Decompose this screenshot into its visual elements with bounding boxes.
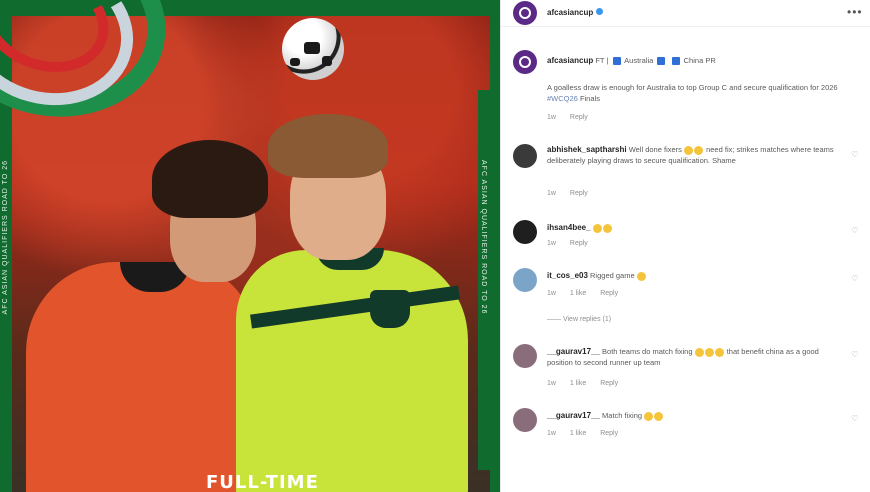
comment-username[interactable]: it_cos_e03: [547, 271, 588, 280]
caption-avatar[interactable]: [513, 50, 537, 74]
verified-badge-icon: [596, 8, 604, 15]
comment-likes[interactable]: 1 like: [570, 380, 586, 387]
comment-text: Well done fixers: [628, 145, 682, 154]
australia-crest-icon: [370, 290, 410, 328]
comment-text: Both teams do match fixing: [602, 347, 693, 356]
more-options-icon[interactable]: •••: [847, 5, 863, 19]
emoji-icon: [654, 411, 664, 421]
football-icon: [282, 18, 344, 80]
comment-time: 1w: [547, 380, 556, 387]
australia-player-hair: [268, 114, 388, 178]
emoji-icon: [636, 271, 646, 281]
china-player-hair: [152, 140, 268, 218]
comment-username[interactable]: __gaurav17__: [547, 411, 600, 420]
team-home: Australia: [624, 56, 654, 65]
comment-username[interactable]: abhishek_saptharshi: [547, 145, 627, 154]
hashtag-link[interactable]: #WCQ26: [547, 94, 578, 103]
emoji-icon: [592, 223, 602, 233]
comment-body: ihsan4bee_: [547, 222, 613, 233]
comment-time: 1w: [547, 190, 556, 197]
commenter-avatar[interactable]: [513, 408, 537, 432]
comment-body: it_cos_e03 Rigged game: [547, 270, 647, 281]
comment-meta: 1w 1 like Reply: [547, 290, 630, 297]
comment-username[interactable]: ihsan4bee_: [547, 223, 591, 232]
caption-username[interactable]: afcasiancup: [547, 56, 593, 65]
comment-meta: 1w Reply: [547, 190, 600, 197]
caption-end: Finals: [579, 94, 600, 103]
commenter-avatar[interactable]: [513, 220, 537, 244]
heart-icon[interactable]: ♡: [851, 350, 858, 359]
flag-icon: [657, 57, 666, 66]
comment-likes[interactable]: 1 like: [570, 290, 586, 297]
full-time-text: FULL-TIME: [206, 472, 319, 492]
comment-time: 1w: [547, 290, 556, 297]
caption-ft: FT |: [595, 56, 609, 65]
comment-meta: 1w Reply: [547, 240, 600, 247]
reply-button[interactable]: Reply: [570, 190, 588, 197]
comment-meta: 1w 1 like Reply: [547, 380, 630, 387]
caption-line1: afcasiancup FT | Australia China PR: [547, 56, 716, 66]
reply-button[interactable]: Reply: [600, 290, 618, 297]
emoji-icon: [694, 145, 703, 155]
post-header: afcasiancup •••: [501, 0, 870, 27]
emoji-icon: [714, 347, 724, 357]
comments-panel: afcasiancup ••• afcasiancup FT | Austral…: [500, 0, 870, 492]
left-side-text: AFC ASIAN QUALIFIERS ROAD TO 26: [2, 160, 9, 315]
reply-button[interactable]: Reply: [600, 430, 618, 437]
heart-icon[interactable]: ♡: [851, 274, 858, 283]
team-away: China PR: [683, 56, 716, 65]
comment-meta: 1w 1 like Reply: [547, 430, 630, 437]
commenter-avatar[interactable]: [513, 144, 537, 168]
view-replies-button[interactable]: —— View replies (1): [547, 316, 611, 323]
view-replies-text: View replies (1): [562, 316, 612, 323]
reply-button[interactable]: Reply: [600, 380, 618, 387]
flag-icon: [612, 57, 621, 66]
caption-body: A goalless draw is enough for Australia …: [547, 82, 847, 104]
right-side-text: AFC ASIAN QUALIFIERS ROAD TO 26: [480, 160, 487, 315]
caption-meta: 1w Reply: [547, 114, 600, 121]
china-jersey: [26, 262, 256, 492]
emoji-icon: [694, 347, 704, 357]
comment-likes[interactable]: 1 like: [570, 430, 586, 437]
flag-icon: [671, 57, 680, 66]
commenter-avatar[interactable]: [513, 268, 537, 292]
emoji-icon: [704, 347, 714, 357]
comment-body: __gaurav17__ Both teams do match fixing …: [547, 346, 837, 368]
post-image[interactable]: AFC ASIAN QUALIFIERS ROAD TO 26 AFC ASIA…: [0, 0, 500, 492]
heart-icon[interactable]: ♡: [851, 414, 858, 423]
commenter-avatar[interactable]: [513, 344, 537, 368]
emoji-icon: [644, 411, 654, 421]
emoji-icon: [602, 223, 612, 233]
australia-jersey: [236, 250, 468, 492]
comment-username[interactable]: __gaurav17__: [547, 347, 600, 356]
account-avatar[interactable]: [513, 1, 537, 25]
caption-body-text: A goalless draw is enough for Australia …: [547, 83, 838, 92]
heart-icon[interactable]: ♡: [851, 150, 858, 159]
caption-time: 1w: [547, 114, 556, 121]
comment-body: __gaurav17__ Match fixing: [547, 410, 664, 421]
account-name[interactable]: afcasiancup: [547, 8, 604, 17]
account-name-text: afcasiancup: [547, 8, 594, 17]
comment-time: 1w: [547, 240, 556, 247]
comment-text: Rigged game: [590, 271, 635, 280]
comment-time: 1w: [547, 430, 556, 437]
heart-icon[interactable]: ♡: [851, 226, 858, 235]
comment-body: abhishek_saptharshi Well done fixers nee…: [547, 144, 837, 166]
emoji-icon: [684, 145, 693, 155]
reply-button[interactable]: Reply: [570, 240, 588, 247]
caption-reply[interactable]: Reply: [570, 114, 588, 121]
comment-text: Match fixing: [602, 411, 643, 420]
